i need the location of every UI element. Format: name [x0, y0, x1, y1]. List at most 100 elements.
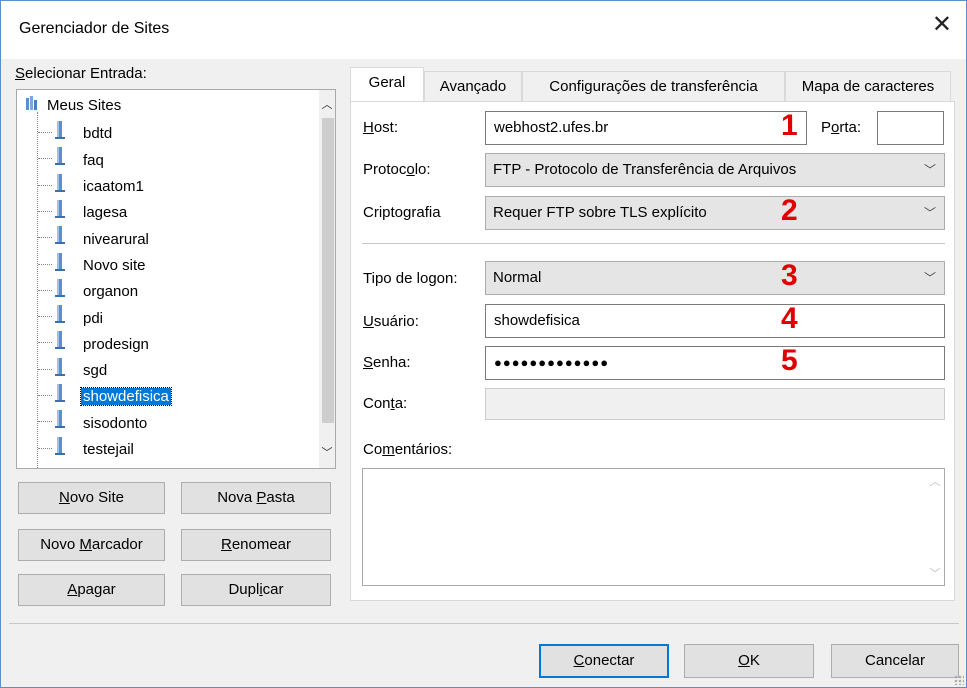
resize-grip-icon[interactable]: [954, 675, 964, 685]
tree-item-site[interactable]: pdi: [55, 303, 105, 329]
tree-item-label: testejail: [83, 441, 134, 459]
select-entry-label: Selecionar Entrada:: [15, 65, 147, 82]
tree-connector: [38, 158, 52, 160]
tree-item-label: pdi: [83, 309, 104, 327]
password-label: Senha:: [363, 354, 411, 371]
tree-item-site[interactable]: organon: [55, 277, 140, 303]
cancel-button[interactable]: Cancelar: [831, 644, 959, 678]
new-site-button[interactable]: Novo Site: [18, 482, 165, 514]
tab-geral[interactable]: Geral: [350, 67, 424, 102]
ok-button[interactable]: OK: [684, 644, 814, 678]
scroll-down-icon: ﹀: [929, 568, 941, 580]
close-icon[interactable]: ✕: [932, 13, 952, 37]
tree-item-site[interactable]: faq: [55, 145, 106, 171]
password-input[interactable]: ●●●●●●●●●●●●●: [485, 346, 945, 380]
connect-button[interactable]: Conectar: [539, 644, 669, 678]
new-folder-button[interactable]: Nova Pasta: [181, 482, 331, 514]
folder-icon: [23, 93, 41, 120]
tree-connector: [38, 447, 52, 449]
account-label: Conta:: [363, 395, 408, 412]
user-input[interactable]: showdefisica: [485, 304, 945, 338]
tree-item-label: showdefisica: [80, 387, 172, 407]
tab-charset[interactable]: Mapa de caracteres: [785, 71, 951, 101]
tree-item-label: sgd: [83, 362, 108, 380]
annotation-4: 4: [781, 302, 798, 335]
tree-connector: [38, 289, 52, 291]
tree-item-site[interactable]: prodesign: [55, 329, 151, 355]
tree-item-label: faq: [83, 151, 104, 169]
tree-item-site[interactable]: sisodonto: [55, 408, 149, 434]
scroll-up-icon: ︿: [929, 476, 941, 488]
tree-item-site[interactable]: lagesa: [55, 198, 129, 224]
tree-scrollbar[interactable]: ︿ ﹀: [319, 90, 335, 468]
delete-button[interactable]: Apagar: [18, 574, 165, 606]
tree-item-label: Meus Sites: [47, 97, 122, 115]
scroll-up-icon[interactable]: ︿: [319, 96, 335, 114]
tree-item-label: bdtd: [83, 125, 113, 143]
tree-item-label: nivearural: [83, 230, 149, 248]
tree-connector: [38, 421, 52, 423]
tree-item-site[interactable]: testejail: [55, 435, 136, 461]
server-icon: [55, 435, 65, 466]
divider: [362, 243, 945, 244]
chevron-down-icon: ﹀: [923, 206, 936, 220]
tree-connector: [38, 210, 52, 212]
annotation-5: 5: [781, 344, 798, 377]
encryption-value: Requer FTP sobre TLS explícito: [493, 204, 707, 221]
chevron-down-icon: ﹀: [923, 163, 936, 177]
logon-type-select[interactable]: Normal ﹀: [485, 261, 945, 295]
chevron-down-icon: ﹀: [923, 271, 936, 285]
tab-avancado[interactable]: Avançado: [424, 71, 522, 101]
tree-connector: [38, 316, 52, 318]
tree-item-site[interactable]: nivearural: [55, 224, 151, 250]
tree-root-meus-sites[interactable]: Meus Sites: [23, 93, 123, 119]
tree-connector: [38, 342, 52, 344]
tree-item-site[interactable]: bdtd: [55, 119, 114, 145]
protocol-label: Protocolo:: [363, 161, 431, 178]
comments-textarea[interactable]: ︿ ﹀: [362, 468, 945, 586]
rename-button[interactable]: Renomear: [181, 529, 331, 561]
tree-item-label: lagesa: [83, 204, 128, 222]
encryption-select[interactable]: Requer FTP sobre TLS explícito ﹀: [485, 196, 945, 230]
comments-scrollbar[interactable]: ︿ ﹀: [926, 469, 944, 585]
user-label: Usuário:: [363, 313, 419, 330]
scroll-down-icon[interactable]: ﹀: [319, 444, 335, 462]
annotation-3: 3: [781, 259, 798, 292]
tree-connector: [38, 368, 52, 370]
title-bar: Gerenciador de Sites ✕: [1, 1, 966, 59]
host-input[interactable]: webhost2.ufes.br: [485, 111, 807, 145]
site-manager-window: Gerenciador de Sites ✕ Selecionar Entrad…: [0, 0, 967, 688]
site-tree[interactable]: ︿ ﹀ Meus Sites bdtd faq icaatom1 lagesa nivea…: [16, 89, 336, 469]
tree-item-site[interactable]: sgd: [55, 356, 109, 382]
host-label: Host:: [363, 119, 399, 136]
tree-connector: [38, 184, 52, 186]
tree-item-site[interactable]: showdefisica: [55, 382, 172, 408]
protocol-select[interactable]: FTP - Protocolo de Transferência de Arqu…: [485, 153, 945, 187]
logon-type-label: Tipo de logon:: [363, 270, 458, 287]
annotation-2: 2: [781, 194, 798, 227]
comments-label: Comentários:: [363, 441, 453, 458]
scrollbar-thumb[interactable]: [322, 118, 334, 423]
new-bookmark-button[interactable]: Novo Marcador: [18, 529, 165, 561]
tree-connector: [38, 132, 52, 133]
tree-connector: [38, 263, 52, 265]
tree-item-label: organon: [83, 283, 139, 301]
tree-item-label: sisodonto: [83, 414, 148, 432]
encryption-label: Criptografia: [363, 204, 441, 221]
tree-item-label: Novo site: [83, 256, 146, 274]
window-title: Gerenciador de Sites: [19, 20, 170, 37]
footer-divider: [9, 623, 959, 624]
tree-connector: [38, 237, 52, 239]
tree-item-site[interactable]: Novo site: [55, 251, 148, 277]
tree-item-site[interactable]: icaatom1: [55, 172, 146, 198]
tree-item-label: prodesign: [83, 335, 149, 353]
port-label: Porta:: [821, 119, 862, 136]
duplicate-button[interactable]: Duplicar: [181, 574, 331, 606]
annotation-1: 1: [781, 109, 798, 142]
tab-transfer-settings[interactable]: Configurações de transferência: [522, 71, 785, 101]
protocol-value: FTP - Protocolo de Transferência de Arqu…: [493, 161, 797, 178]
port-input[interactable]: [877, 111, 944, 145]
logon-type-value: Normal: [493, 269, 542, 286]
account-input: [485, 388, 945, 420]
tree-item-label: icaatom1: [83, 178, 144, 196]
